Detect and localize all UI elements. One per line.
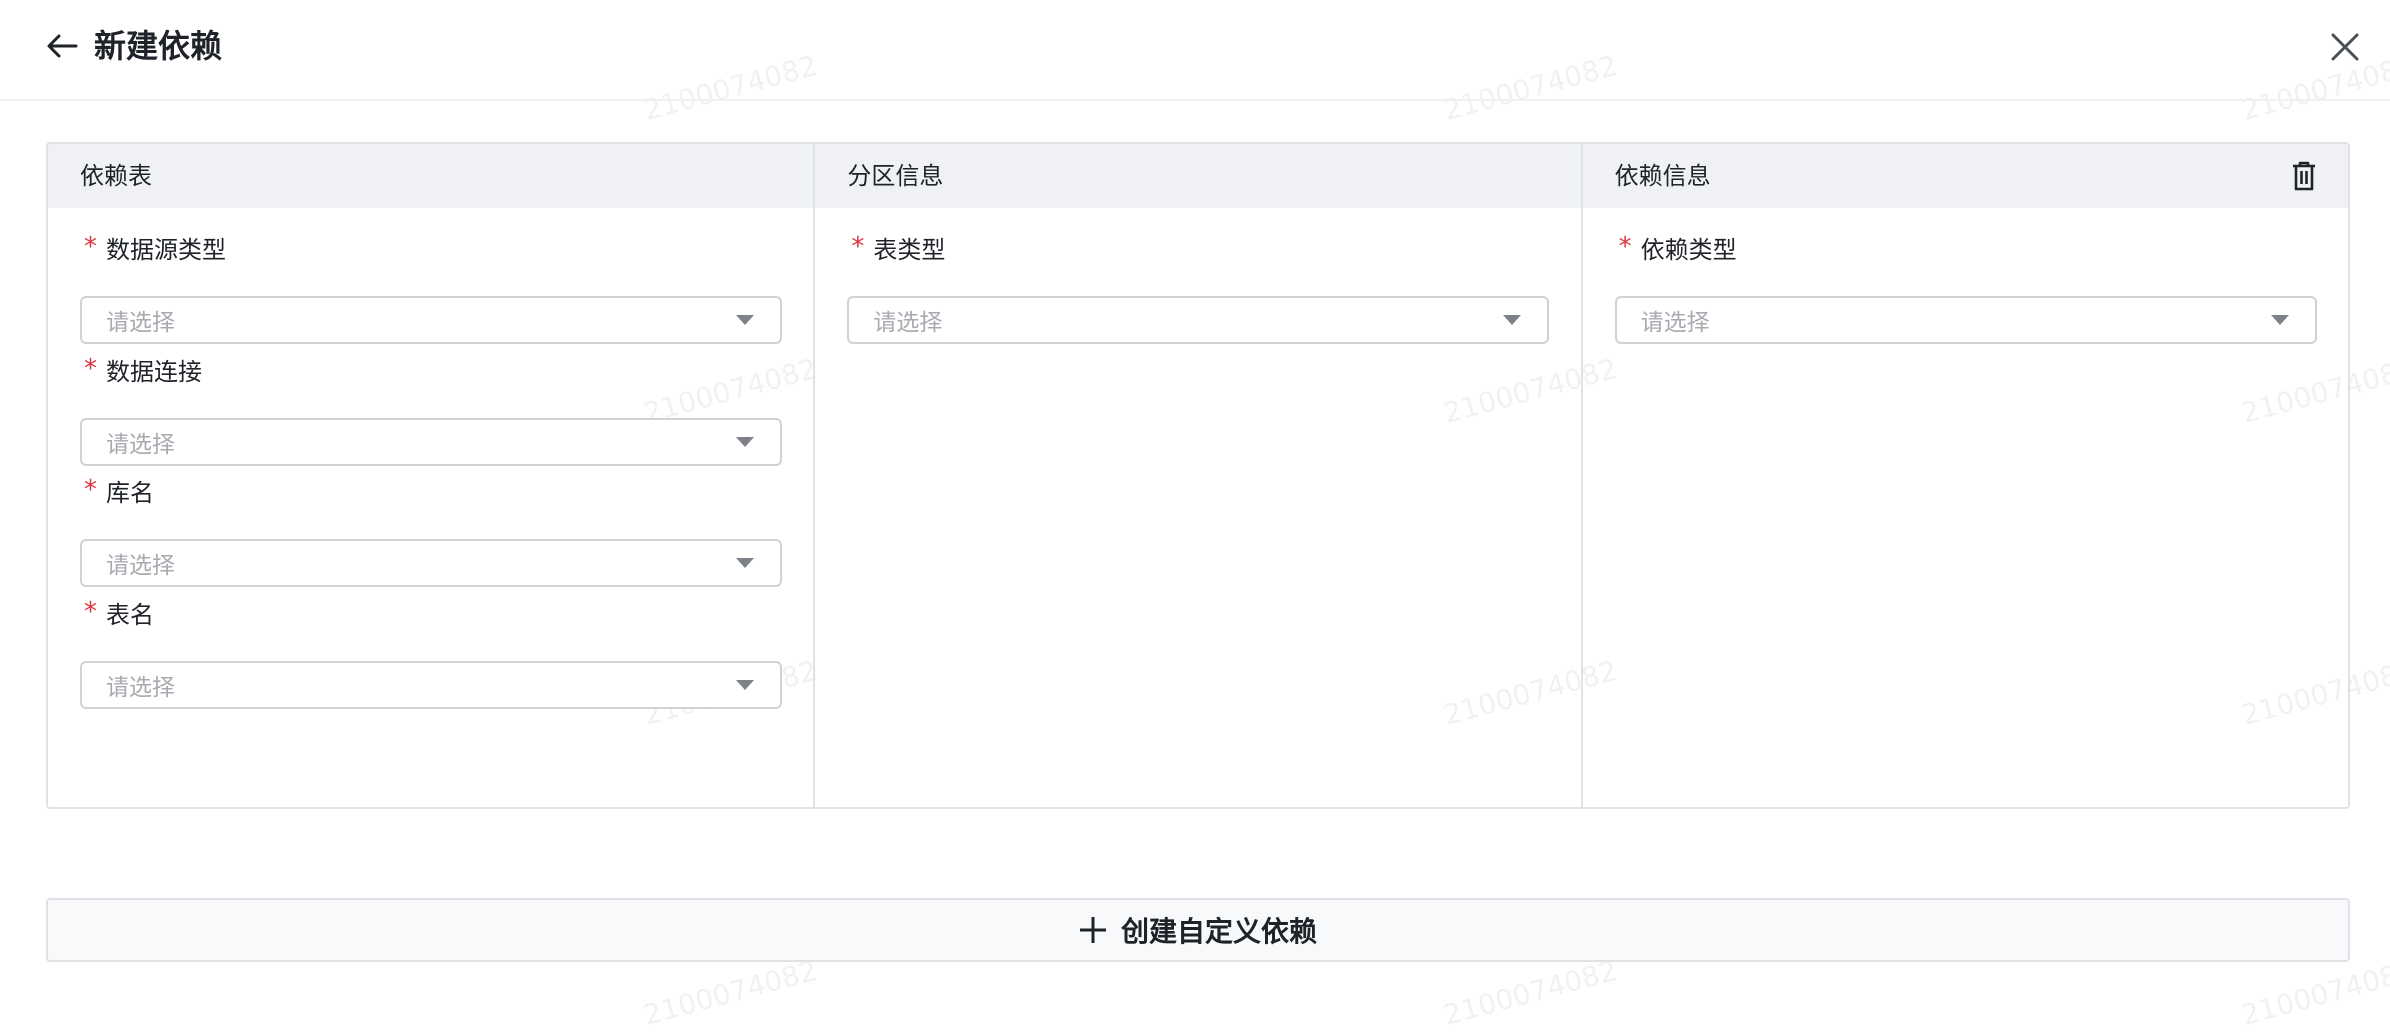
trash-icon[interactable]	[2290, 161, 2318, 191]
select-placeholder: 请选择	[106, 432, 175, 458]
database-name-select[interactable]: 请选择	[80, 539, 782, 587]
database-name-label: 库名	[106, 478, 154, 507]
select-placeholder: 请选择	[1640, 310, 1710, 336]
datasource-type-select[interactable]: 请选择	[80, 296, 782, 344]
back-button[interactable]	[45, 28, 81, 64]
panel-header: 依赖表	[48, 144, 814, 208]
select-placeholder: 请选择	[106, 675, 175, 701]
datasource-type-field: * 数据源类型 请选择	[80, 230, 782, 344]
create-custom-dependency-button[interactable]: 创建自定义依赖	[46, 898, 2350, 962]
data-connection-label: 数据连接	[106, 357, 202, 386]
required-mark: *	[84, 597, 97, 627]
table-name-field: * 表名 请选择	[80, 595, 782, 709]
caret-down-icon	[736, 680, 754, 690]
data-connection-field: * 数据连接 请选择	[80, 352, 782, 466]
required-mark: *	[851, 232, 865, 262]
panel-title: 分区信息	[847, 162, 944, 190]
required-mark: *	[84, 232, 97, 262]
caret-down-icon	[736, 437, 754, 447]
dependency-info-panel: 依赖信息 * 依赖类型 请选择	[1582, 144, 2348, 807]
panel-header: 依赖信息	[1582, 144, 2348, 208]
close-button[interactable]	[2328, 30, 2362, 64]
field-label: * 依赖类型	[1615, 230, 2317, 264]
watermark: 2100074082	[2238, 953, 2390, 1032]
select-placeholder: 请选择	[106, 553, 175, 579]
page-header: 新建依赖	[0, 0, 2390, 101]
datasource-type-label: 数据源类型	[106, 235, 226, 264]
required-mark: *	[84, 475, 97, 505]
table-name-select[interactable]: 请选择	[80, 661, 782, 709]
data-connection-select[interactable]: 请选择	[80, 418, 782, 466]
field-label: * 数据源类型	[80, 230, 782, 264]
close-icon	[2331, 33, 2359, 61]
field-label: * 表类型	[847, 230, 1549, 264]
create-button-label: 创建自定义依赖	[1120, 915, 1317, 948]
watermark: 2100074082	[1440, 953, 1621, 1032]
table-type-select[interactable]: 请选择	[847, 296, 1550, 344]
field-label: * 库名	[80, 473, 782, 507]
arrow-left-icon	[47, 34, 78, 58]
page-title: 新建依赖	[94, 27, 223, 65]
dependency-type-field: * 依赖类型 请选择	[1614, 230, 2317, 344]
dependency-type-label: 依赖类型	[1640, 235, 1737, 264]
caret-down-icon	[736, 315, 754, 325]
partition-info-panel: 分区信息 * 表类型 请选择	[815, 144, 1583, 807]
new-dependency-page: 2100074082 2100074082 2100074082 2100074…	[0, 0, 2390, 1034]
required-mark: *	[1618, 232, 1632, 262]
database-name-field: * 库名 请选择	[80, 473, 782, 587]
caret-down-icon	[2270, 315, 2289, 325]
table-type-label: 表类型	[873, 235, 946, 264]
plus-icon	[1079, 917, 1106, 943]
table-type-field: * 表类型 请选择	[847, 230, 1550, 344]
watermark: 2100074082	[640, 953, 821, 1032]
select-placeholder: 请选择	[106, 310, 175, 336]
table-name-label: 表名	[106, 600, 154, 629]
panel-title: 依赖信息	[1614, 162, 1711, 190]
caret-down-icon	[1503, 315, 1522, 325]
field-label: * 表名	[80, 595, 782, 629]
dependency-card: 依赖表 * 数据源类型 请选择 * 数据连接 请选择 * 库名 请选择 * 表名…	[46, 142, 2350, 809]
select-placeholder: 请选择	[873, 310, 943, 336]
dependency-table-panel: 依赖表 * 数据源类型 请选择 * 数据连接 请选择 * 库名 请选择 * 表名…	[48, 144, 816, 807]
panel-header: 分区信息	[815, 144, 1581, 208]
field-label: * 数据连接	[80, 352, 782, 386]
caret-down-icon	[736, 558, 754, 568]
panel-title: 依赖表	[80, 162, 152, 190]
dependency-type-select[interactable]: 请选择	[1614, 296, 2317, 344]
required-mark: *	[84, 354, 97, 384]
